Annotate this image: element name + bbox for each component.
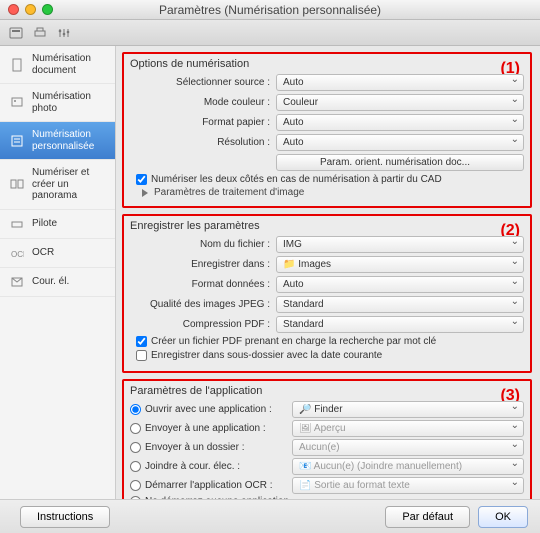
paper-size-select[interactable]: Auto bbox=[276, 114, 524, 131]
tab-print-icon[interactable] bbox=[32, 25, 48, 41]
group-title: Options de numérisation bbox=[130, 58, 524, 70]
attach-email-label: Joindre à cour. élec. : bbox=[145, 461, 240, 472]
sidebar-item-label: Numérisation personnalisée bbox=[32, 129, 107, 152]
resolution-label: Résolution : bbox=[130, 137, 276, 148]
defaults-button[interactable]: Par défaut bbox=[385, 506, 470, 528]
date-subfolder-checkbox[interactable] bbox=[136, 350, 147, 361]
color-mode-select[interactable]: Couleur bbox=[276, 94, 524, 111]
attach-email-select[interactable]: 📧 Aucun(e) (Joindre manuellement) bbox=[292, 458, 524, 475]
orientation-settings-button[interactable]: Param. orient. numérisation doc... bbox=[276, 154, 524, 171]
attach-email-radio[interactable] bbox=[130, 461, 141, 472]
open-with-select[interactable]: 🔎 Finder bbox=[292, 401, 524, 418]
save-in-label: Enregistrer dans : bbox=[130, 259, 276, 270]
source-select[interactable]: Auto bbox=[276, 74, 524, 91]
settings-window: Paramètres (Numérisation personnalisée) … bbox=[0, 0, 540, 533]
mail-icon bbox=[8, 275, 26, 289]
no-app-label: Ne démarrez aucune application bbox=[145, 496, 289, 499]
ok-button[interactable]: OK bbox=[478, 506, 528, 528]
photo-icon bbox=[8, 96, 26, 110]
send-to-app-select[interactable]: 🖼 Aperçu bbox=[292, 420, 524, 437]
send-to-folder-select[interactable]: Aucun(e) bbox=[292, 439, 524, 456]
group-save-settings: Enregistrer les paramètres (2) Nom du fi… bbox=[122, 214, 532, 373]
window-controls bbox=[8, 4, 53, 15]
duplex-checkbox[interactable] bbox=[136, 174, 147, 185]
instructions-button[interactable]: Instructions bbox=[20, 506, 110, 528]
sidebar-item-label: OCR bbox=[32, 247, 54, 259]
duplex-label: Numériser les deux côtés en cas de numér… bbox=[151, 174, 442, 185]
open-with-radio[interactable] bbox=[130, 404, 141, 415]
start-ocr-select[interactable]: 📄 Sortie au format texte bbox=[292, 477, 524, 494]
color-mode-label: Mode couleur : bbox=[130, 97, 276, 108]
start-ocr-label: Démarrer l'application OCR : bbox=[145, 480, 273, 491]
send-to-folder-radio[interactable] bbox=[130, 442, 141, 453]
sidebar-item-scan-stitch[interactable]: Numériser et créer un panorama bbox=[0, 160, 115, 210]
minimize-icon[interactable] bbox=[25, 4, 36, 15]
sidebar-item-label: Numériser et créer un panorama bbox=[32, 167, 107, 202]
document-icon bbox=[8, 58, 26, 72]
sidebar-item-driver[interactable]: Pilote bbox=[0, 210, 115, 239]
sidebar-item-ocr[interactable]: OCR OCR bbox=[0, 239, 115, 268]
titlebar: Paramètres (Numérisation personnalisée) bbox=[0, 0, 540, 20]
save-in-select[interactable]: 📁 Images bbox=[276, 256, 524, 273]
ocr-icon: OCR bbox=[8, 246, 26, 260]
open-with-label: Ouvrir avec une application : bbox=[145, 404, 272, 415]
main-panel: Options de numérisation (1) Sélectionner… bbox=[116, 46, 540, 499]
group-scan-options: Options de numérisation (1) Sélectionner… bbox=[122, 52, 532, 208]
sidebar-item-label: Numérisation document bbox=[32, 53, 107, 76]
sidebar: Numérisation document Numérisation photo… bbox=[0, 46, 116, 499]
stitch-icon bbox=[8, 177, 26, 191]
filename-input[interactable] bbox=[276, 236, 524, 253]
searchable-pdf-label: Créer un fichier PDF prenant en charge l… bbox=[151, 336, 436, 347]
driver-icon bbox=[8, 217, 26, 231]
group-app-settings: Paramètres de l'application (3) Ouvrir a… bbox=[122, 379, 532, 499]
group-title: Enregistrer les paramètres bbox=[130, 220, 524, 232]
advanced-label: Paramètres de traitement d'image bbox=[154, 187, 304, 198]
advanced-disclosure[interactable]: Paramètres de traitement d'image bbox=[142, 187, 524, 198]
send-to-app-radio[interactable] bbox=[130, 423, 141, 434]
group-title: Paramètres de l'application bbox=[130, 385, 524, 397]
sidebar-item-email[interactable]: Cour. él. bbox=[0, 268, 115, 297]
custom-icon bbox=[8, 134, 26, 148]
zoom-icon[interactable] bbox=[42, 4, 53, 15]
sidebar-item-label: Pilote bbox=[32, 218, 57, 230]
toolbar bbox=[0, 20, 540, 46]
pdf-compression-select[interactable]: Standard bbox=[276, 316, 524, 333]
tab-sliders-icon[interactable] bbox=[56, 25, 72, 41]
disclosure-triangle-icon bbox=[142, 189, 148, 197]
window-title: Paramètres (Numérisation personnalisée) bbox=[159, 3, 381, 17]
data-format-label: Format données : bbox=[130, 279, 276, 290]
footer: Instructions Par défaut OK bbox=[0, 499, 540, 533]
filename-label: Nom du fichier : bbox=[130, 239, 276, 250]
tab-scan-icon[interactable] bbox=[8, 25, 24, 41]
searchable-pdf-checkbox[interactable] bbox=[136, 336, 147, 347]
date-subfolder-label: Enregistrer dans sous-dossier avec la da… bbox=[151, 350, 382, 361]
svg-text:OCR: OCR bbox=[11, 250, 24, 259]
no-app-radio[interactable] bbox=[130, 496, 141, 499]
paper-size-label: Format papier : bbox=[130, 117, 276, 128]
sidebar-item-scan-photo[interactable]: Numérisation photo bbox=[0, 84, 115, 122]
close-icon[interactable] bbox=[8, 4, 19, 15]
send-to-app-label: Envoyer à une application : bbox=[145, 423, 266, 434]
sidebar-item-scan-document[interactable]: Numérisation document bbox=[0, 46, 115, 84]
sidebar-item-label: Cour. él. bbox=[32, 276, 69, 288]
sidebar-item-scan-custom[interactable]: Numérisation personnalisée bbox=[0, 122, 115, 160]
jpeg-quality-select[interactable]: Standard bbox=[276, 296, 524, 313]
send-to-folder-label: Envoyer à un dossier : bbox=[145, 442, 245, 453]
start-ocr-radio[interactable] bbox=[130, 480, 141, 491]
sidebar-item-label: Numérisation photo bbox=[32, 91, 107, 114]
resolution-select[interactable]: Auto bbox=[276, 134, 524, 151]
jpeg-quality-label: Qualité des images JPEG : bbox=[130, 299, 276, 310]
source-label: Sélectionner source : bbox=[130, 77, 276, 88]
data-format-select[interactable]: Auto bbox=[276, 276, 524, 293]
pdf-compression-label: Compression PDF : bbox=[130, 319, 276, 330]
